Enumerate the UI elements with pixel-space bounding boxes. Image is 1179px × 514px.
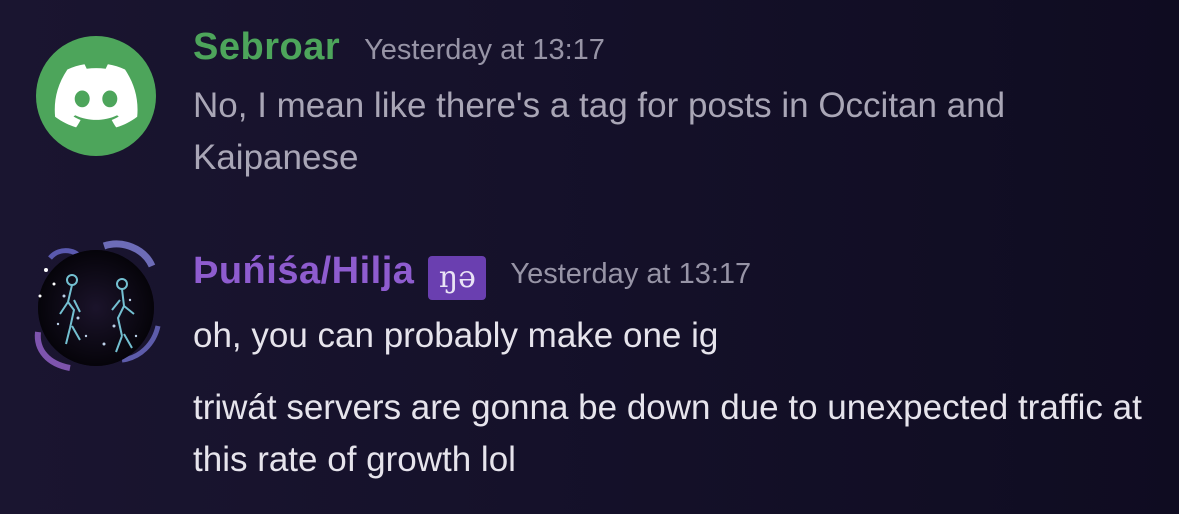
- message-item: Þuńiśa/Hilja ŋə Yesterday at 13:17 oh, y…: [0, 234, 1179, 504]
- discord-logo-icon: [54, 64, 138, 128]
- role-badge[interactable]: ŋə: [428, 255, 487, 300]
- username[interactable]: Sebroar: [193, 26, 340, 69]
- message-content: No, I mean like there's a tag for posts …: [193, 80, 1143, 184]
- timestamp[interactable]: Yesterday at 13:17: [510, 258, 751, 291]
- message-text: oh, you can probably make one ig: [193, 316, 719, 355]
- message-text: triwát servers are gonna be down due to …: [193, 388, 1142, 479]
- user-avatar[interactable]: [36, 36, 156, 156]
- message-item: Sebroar Yesterday at 13:17 No, I mean li…: [0, 18, 1179, 188]
- message-header: Þuńiśa/Hilja ŋə Yesterday at 13:17: [193, 250, 751, 300]
- username[interactable]: Þuńiśa/Hilja: [193, 250, 414, 293]
- message-content: oh, you can probably make one ig triwát …: [193, 310, 1143, 486]
- message-text: No, I mean like there's a tag for posts …: [193, 86, 1006, 177]
- message-header: Sebroar Yesterday at 13:17: [193, 26, 605, 69]
- timestamp[interactable]: Yesterday at 13:17: [364, 34, 605, 67]
- user-avatar-art: [34, 240, 161, 371]
- user-avatar[interactable]: [30, 240, 162, 372]
